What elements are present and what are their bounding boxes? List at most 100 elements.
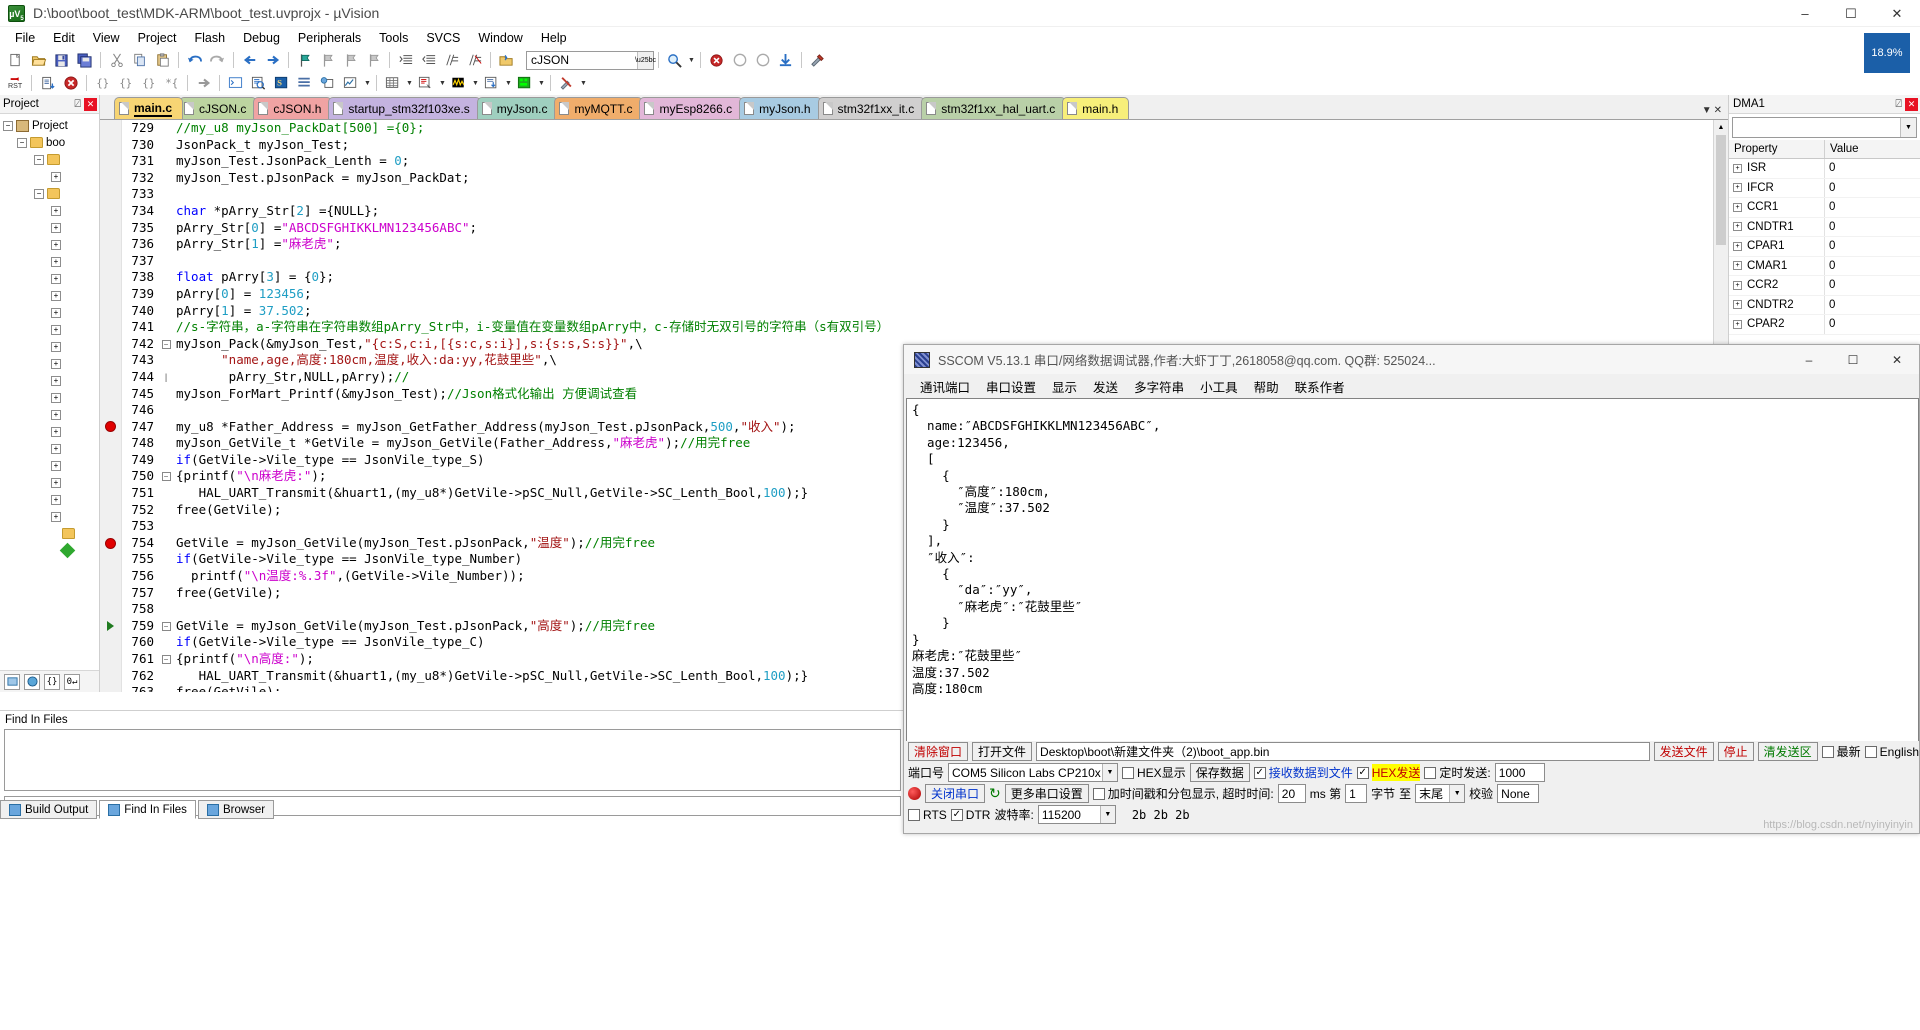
tree-node[interactable]: + — [0, 508, 99, 525]
hex-send-checkbox[interactable]: HEX发送 — [1356, 764, 1421, 781]
menu-item-window[interactable]: Window — [469, 29, 531, 47]
menu-item-tools[interactable]: Tools — [370, 29, 417, 47]
editor-tab-strip[interactable]: main.c cJSON.c cJSON.h startup_stm32f103xe.… — [100, 97, 1700, 119]
breakpoint-marker[interactable] — [100, 203, 121, 220]
functions-tab-icon[interactable]: {} — [44, 673, 60, 690]
breakpoint-icon[interactable] — [105, 537, 116, 549]
menu-item-project[interactable]: Project — [129, 29, 186, 47]
sscom-menu-item-6[interactable]: 帮助 — [1246, 375, 1287, 398]
breakpoint-marker[interactable] — [100, 601, 121, 618]
project-tab-icon[interactable] — [4, 673, 20, 690]
rts-checkbox[interactable]: RTS — [908, 808, 947, 822]
code-line[interactable]: //s-字符串，a-字符串在字符串数组pArry_Str中，i-变量值在变量数组… — [176, 319, 1713, 336]
chevron-down-icon[interactable]: ▼ — [1900, 118, 1916, 137]
new-file-icon[interactable] — [5, 50, 26, 70]
editor-tab-myjson-c[interactable]: myJson.c — [476, 97, 559, 119]
editor-tab-mymqtt-c[interactable]: myMQTT.c — [554, 97, 644, 119]
dma-row[interactable]: + ISR 0 — [1729, 159, 1920, 179]
download-icon[interactable] — [775, 50, 796, 70]
editor-tab-stm32f1xx-it-c[interactable]: stm32f1xx_it.c — [817, 97, 926, 119]
redo-icon[interactable] — [207, 50, 228, 70]
breakpoint-marker[interactable] — [100, 518, 121, 535]
breakpoint-marker[interactable] — [100, 236, 121, 253]
code-fold-toggle[interactable]: − — [160, 618, 172, 635]
expander-icon[interactable]: + — [51, 171, 61, 182]
tab-close-icon[interactable]: ✕ — [1714, 105, 1722, 116]
breakpoint-marker[interactable] — [100, 419, 121, 436]
target-select[interactable]: cJSON \u25bc — [526, 50, 656, 70]
tree-node[interactable]: + — [0, 406, 99, 423]
dma-row[interactable]: + CMAR1 0 — [1729, 256, 1920, 276]
project-tree[interactable]: − Project − boo − + − + + + + + + + + + … — [0, 114, 99, 670]
code-line[interactable]: JsonPack_t myJson_Test; — [176, 137, 1713, 154]
frame-input[interactable]: 1 — [1345, 784, 1368, 803]
checkbox-icon[interactable] — [950, 808, 963, 821]
chevron-down-icon[interactable]: ▼ — [405, 80, 414, 87]
code-line[interactable]: pArry[0] = 123456; — [176, 286, 1713, 303]
code-line[interactable]: myJson_Test.JsonPack_Lenth = 0; — [176, 153, 1713, 170]
tree-node[interactable]: + — [0, 321, 99, 338]
expander-icon[interactable]: + — [1733, 319, 1742, 329]
step-out-icon[interactable]: {} — [138, 73, 159, 93]
expander-icon[interactable]: + — [51, 358, 61, 369]
toolbox-icon[interactable] — [556, 73, 577, 93]
expander-icon[interactable]: + — [1733, 163, 1742, 173]
open-file-icon[interactable] — [28, 50, 49, 70]
tree-node[interactable]: + — [0, 202, 99, 219]
send-file-button[interactable]: 发送文件 — [1653, 742, 1714, 761]
expander-icon[interactable]: + — [51, 477, 61, 488]
expander-icon[interactable]: + — [51, 256, 61, 267]
expander-icon[interactable]: + — [51, 426, 61, 437]
code-line[interactable]: pArry_Str[0] ="ABCDSFGHIKKLMN123456ABC"; — [176, 220, 1713, 237]
editor-tab-myesp8266-c[interactable]: myEsp8266.c — [639, 97, 744, 119]
bottom-tab-find-in-files[interactable]: Find In Files — [99, 800, 196, 819]
port-select[interactable]: COM5 Silicon Labs CP210x ▼ — [948, 763, 1119, 782]
expander-icon[interactable]: + — [51, 443, 61, 454]
analysis-window-icon[interactable] — [448, 73, 469, 93]
undo-icon[interactable] — [184, 50, 205, 70]
manage-target-icon[interactable] — [807, 50, 828, 70]
dtr-checkbox[interactable]: DTR — [950, 808, 990, 822]
tree-node[interactable]: + — [0, 253, 99, 270]
menu-item-view[interactable]: View — [84, 29, 129, 47]
hex-display-checkbox[interactable]: HEX显示 — [1122, 764, 1186, 781]
chevron-down-icon[interactable]: \u25bc — [635, 51, 656, 69]
sscom-minimize-button[interactable]: – — [1787, 345, 1831, 374]
step-over-icon[interactable]: {} — [115, 73, 136, 93]
tree-node[interactable]: − — [0, 185, 99, 202]
editor-tab-cjson-h[interactable]: cJSON.h — [253, 97, 333, 119]
timestamp-checkbox[interactable]: 加时间戳和分包显示, 超时时间: — [1092, 785, 1274, 802]
bottom-tab-browser[interactable]: Browser — [197, 800, 275, 819]
find-in-files-results[interactable] — [4, 729, 901, 791]
show-next-statement-icon[interactable] — [193, 73, 214, 93]
watch-window-icon[interactable] — [340, 73, 361, 93]
breakpoint-marker[interactable] — [100, 551, 121, 568]
chevron-down-icon[interactable]: ▼ — [537, 80, 546, 87]
expander-icon[interactable]: − — [34, 154, 44, 165]
expander-icon[interactable]: + — [51, 460, 61, 471]
checkbox-icon[interactable] — [1821, 745, 1834, 758]
breakpoint-marker[interactable] — [100, 684, 121, 692]
code-line[interactable]: myJson_Test.pJsonPack = myJson_PackDat; — [176, 170, 1713, 187]
checkbox-icon[interactable] — [1356, 766, 1369, 779]
breakpoint-marker[interactable] — [100, 303, 121, 320]
sscom-menu-item-3[interactable]: 发送 — [1085, 375, 1126, 398]
chevron-down-icon[interactable]: ▼ — [1449, 785, 1465, 802]
chevron-down-icon[interactable]: ▼ — [438, 80, 447, 87]
paste-icon[interactable] — [152, 50, 173, 70]
comment-icon[interactable] — [441, 50, 462, 70]
menu-item-help[interactable]: Help — [532, 29, 576, 47]
save-all-icon[interactable] — [74, 50, 95, 70]
step-into-icon[interactable]: {} — [92, 73, 113, 93]
latest-checkbox[interactable]: 最新 — [1821, 743, 1861, 760]
breakpoint-marker[interactable] — [100, 186, 121, 203]
sscom-menu-item-7[interactable]: 联系作者 — [1287, 375, 1353, 398]
checkbox-icon[interactable] — [1864, 745, 1877, 758]
system-viewer-icon[interactable] — [514, 73, 535, 93]
copy-icon[interactable] — [129, 50, 150, 70]
tree-node[interactable]: + — [0, 372, 99, 389]
file-path-field[interactable]: Desktop\boot\新建文件夹（2)\boot_app.bin — [1036, 742, 1650, 761]
tree-node[interactable]: − boo — [0, 134, 99, 151]
bookmark-prev-icon[interactable] — [317, 50, 338, 70]
close-icon[interactable]: ✕ — [1905, 97, 1918, 111]
